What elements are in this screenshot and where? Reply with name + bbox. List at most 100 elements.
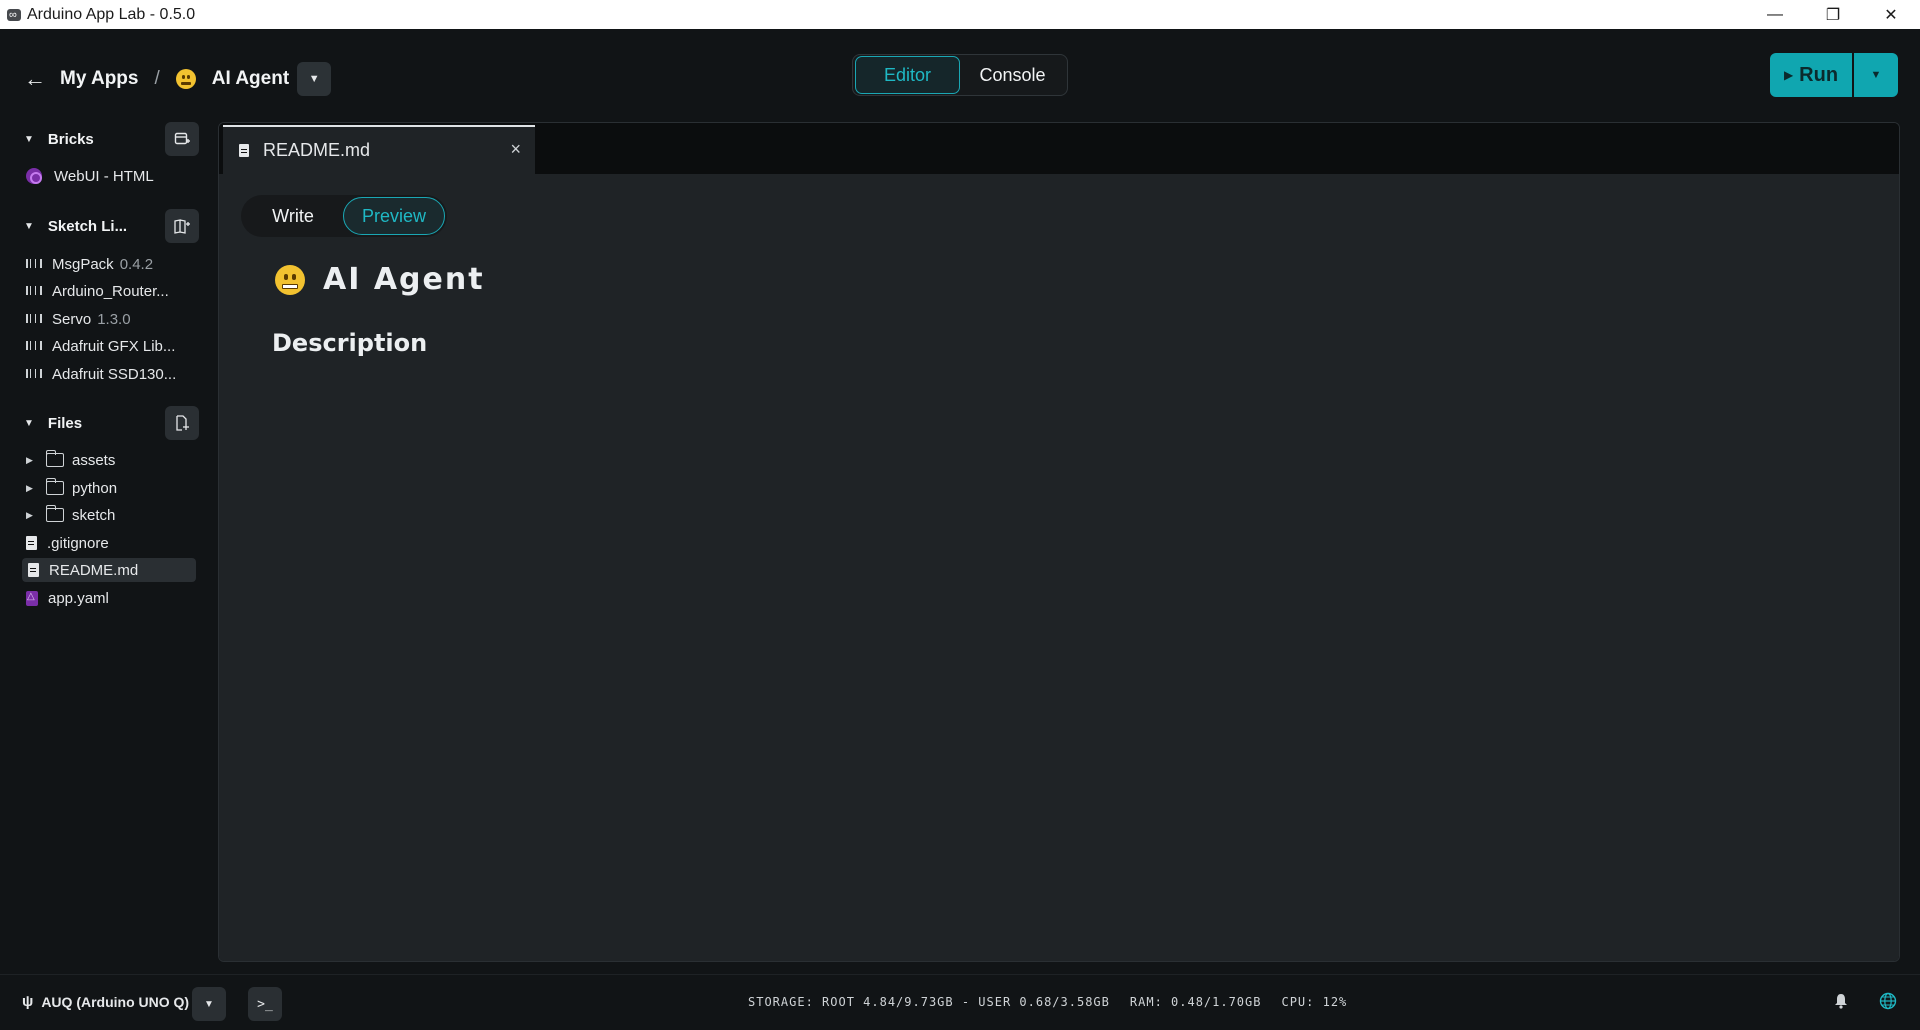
file-icon	[28, 563, 39, 577]
caret-right-icon: ▶	[26, 482, 33, 493]
file-item-selected[interactable]: README.md	[22, 558, 196, 582]
breadcrumb-app-name: AI Agent	[211, 68, 290, 89]
folder-item[interactable]: ▶ sketch	[26, 503, 115, 527]
library-name: MsgPack	[52, 255, 114, 273]
yaml-file-icon	[26, 590, 38, 606]
play-icon: ▶	[1783, 68, 1794, 82]
restore-button[interactable]: ❐	[1804, 0, 1862, 29]
library-icon	[26, 340, 42, 352]
library-version: 0.4.2	[119, 255, 154, 273]
caret-down-icon: ▼	[24, 133, 34, 145]
markdown-preview-area: Write Preview AI Agent Description	[219, 174, 1899, 961]
library-icon	[26, 285, 42, 297]
folder-name: assets	[72, 451, 116, 469]
app-header: ← My Apps / AI Agent ▼ Editor Console ▶ …	[0, 29, 1920, 121]
storage-stat: STORAGE: ROOT 4.84/9.73GB - USER 0.68/3.…	[748, 995, 1110, 1009]
preview-title: AI Agent	[275, 262, 485, 297]
section-title: Bricks	[47, 130, 94, 148]
terminal-button[interactable]: >_	[248, 987, 282, 1021]
library-name: Servo	[52, 310, 92, 328]
markdown-mode-toggle: Write Preview	[241, 195, 447, 237]
breadcrumb-my-apps[interactable]: My Apps	[60, 68, 138, 90]
breadcrumb-separator: /	[154, 68, 160, 89]
cpu-stat: CPU: 12%	[1281, 995, 1348, 1009]
bell-icon[interactable]	[1834, 993, 1848, 1009]
brick-item[interactable]: WebUI - HTML	[26, 164, 154, 188]
grimacing-face-icon	[175, 69, 196, 89]
brick-label: WebUI - HTML	[54, 167, 154, 185]
run-label: Run	[1799, 63, 1839, 86]
library-version: 1.3.0	[97, 310, 131, 328]
breadcrumb: ← My Apps / AI Agent ▼	[24, 62, 332, 96]
arrow-left-icon[interactable]: ←	[24, 66, 46, 92]
close-icon[interactable]: ×	[510, 139, 521, 160]
section-title: Sketch Li...	[47, 217, 128, 235]
preview-title-text: AI Agent	[323, 262, 485, 297]
file-item[interactable]: .gitignore	[26, 531, 109, 555]
write-mode-button[interactable]: Write	[243, 197, 343, 235]
tab-console[interactable]: Console	[960, 56, 1065, 94]
run-options-dropdown[interactable]: ▼	[1854, 53, 1898, 97]
library-name: Adafruit GFX Lib...	[52, 337, 176, 355]
window-controls: — ❐ ✕	[1746, 0, 1920, 29]
run-group: ▶ Run ▼	[1770, 53, 1898, 97]
preview-heading: Description	[272, 329, 428, 357]
grimacing-face-icon	[275, 264, 305, 295]
add-library-button[interactable]	[165, 209, 199, 243]
editor-panel: README.md × Write Preview AI Agent Descr…	[218, 122, 1900, 962]
library-name: Adafruit SSD130...	[52, 365, 177, 383]
run-button[interactable]: ▶ Run	[1770, 53, 1852, 97]
chevron-down-icon: ▼	[1870, 69, 1882, 81]
section-files[interactable]: ▼ Files	[24, 406, 199, 440]
file-item[interactable]: app.yaml	[26, 586, 109, 610]
library-item[interactable]: MsgPack 0.4.2	[26, 252, 153, 276]
tab-editor[interactable]: Editor	[855, 56, 961, 94]
close-window-button[interactable]: ✕	[1862, 0, 1920, 29]
add-brick-button[interactable]	[165, 122, 199, 156]
app-menu-dropdown[interactable]: ▼	[297, 62, 332, 96]
file-icon	[239, 144, 249, 157]
library-item[interactable]: Adafruit GFX Lib...	[26, 334, 175, 358]
library-icon	[26, 313, 42, 325]
new-file-icon	[176, 415, 189, 431]
ram-stat: RAM: 0.48/1.70GB	[1129, 995, 1262, 1009]
library-icon	[26, 258, 42, 270]
folder-name: sketch	[72, 506, 116, 524]
file-icon	[26, 536, 37, 550]
minimize-button[interactable]: —	[1746, 0, 1804, 29]
sidebar: ▼ Bricks WebUI - HTML ▼ Sketch Li... Msg…	[0, 121, 213, 974]
view-toggle: Editor Console	[852, 54, 1068, 96]
globe-icon[interactable]	[1879, 992, 1897, 1010]
system-stats: STORAGE: ROOT 4.84/9.73GB - USER 0.68/3.…	[748, 995, 1347, 1009]
folder-name: python	[72, 479, 118, 497]
board-selector[interactable]: ψ AUQ (Arduino UNO Q)	[22, 993, 189, 1010]
preview-mode-button[interactable]: Preview	[343, 197, 445, 235]
section-title: Files	[47, 414, 83, 432]
window-titlebar: Arduino App Lab - 0.5.0 — ❐ ✕	[0, 0, 1920, 29]
editor-tab-label: README.md	[263, 140, 371, 160]
folder-icon	[45, 450, 64, 467]
library-item[interactable]: Adafruit SSD130...	[26, 362, 176, 386]
caret-right-icon: ▶	[26, 509, 33, 520]
editor-tab-bar: README.md ×	[219, 123, 1899, 174]
chevron-down-icon: ▼	[204, 998, 214, 1010]
file-name: app.yaml	[48, 589, 109, 607]
folder-item[interactable]: ▶ assets	[26, 448, 115, 472]
brick-icon	[26, 168, 42, 184]
library-name: Arduino_Router...	[52, 282, 169, 300]
chevron-down-icon: ▼	[308, 73, 320, 85]
editor-tab[interactable]: README.md ×	[223, 125, 535, 174]
board-dropdown-button[interactable]: ▼	[192, 987, 226, 1021]
new-file-button[interactable]	[165, 406, 199, 440]
arduino-app-icon	[7, 8, 21, 21]
caret-down-icon: ▼	[24, 417, 34, 429]
board-name: AUQ (Arduino UNO Q)	[41, 993, 190, 1010]
folder-icon	[45, 478, 64, 495]
library-item[interactable]: Servo 1.3.0	[26, 307, 131, 331]
library-icon	[26, 368, 42, 380]
folder-item[interactable]: ▶ python	[26, 476, 117, 500]
section-sketch-libraries[interactable]: ▼ Sketch Li...	[24, 209, 199, 243]
library-item[interactable]: Arduino_Router...	[26, 279, 169, 303]
section-bricks[interactable]: ▼ Bricks	[24, 122, 199, 156]
library-add-icon	[174, 219, 190, 234]
